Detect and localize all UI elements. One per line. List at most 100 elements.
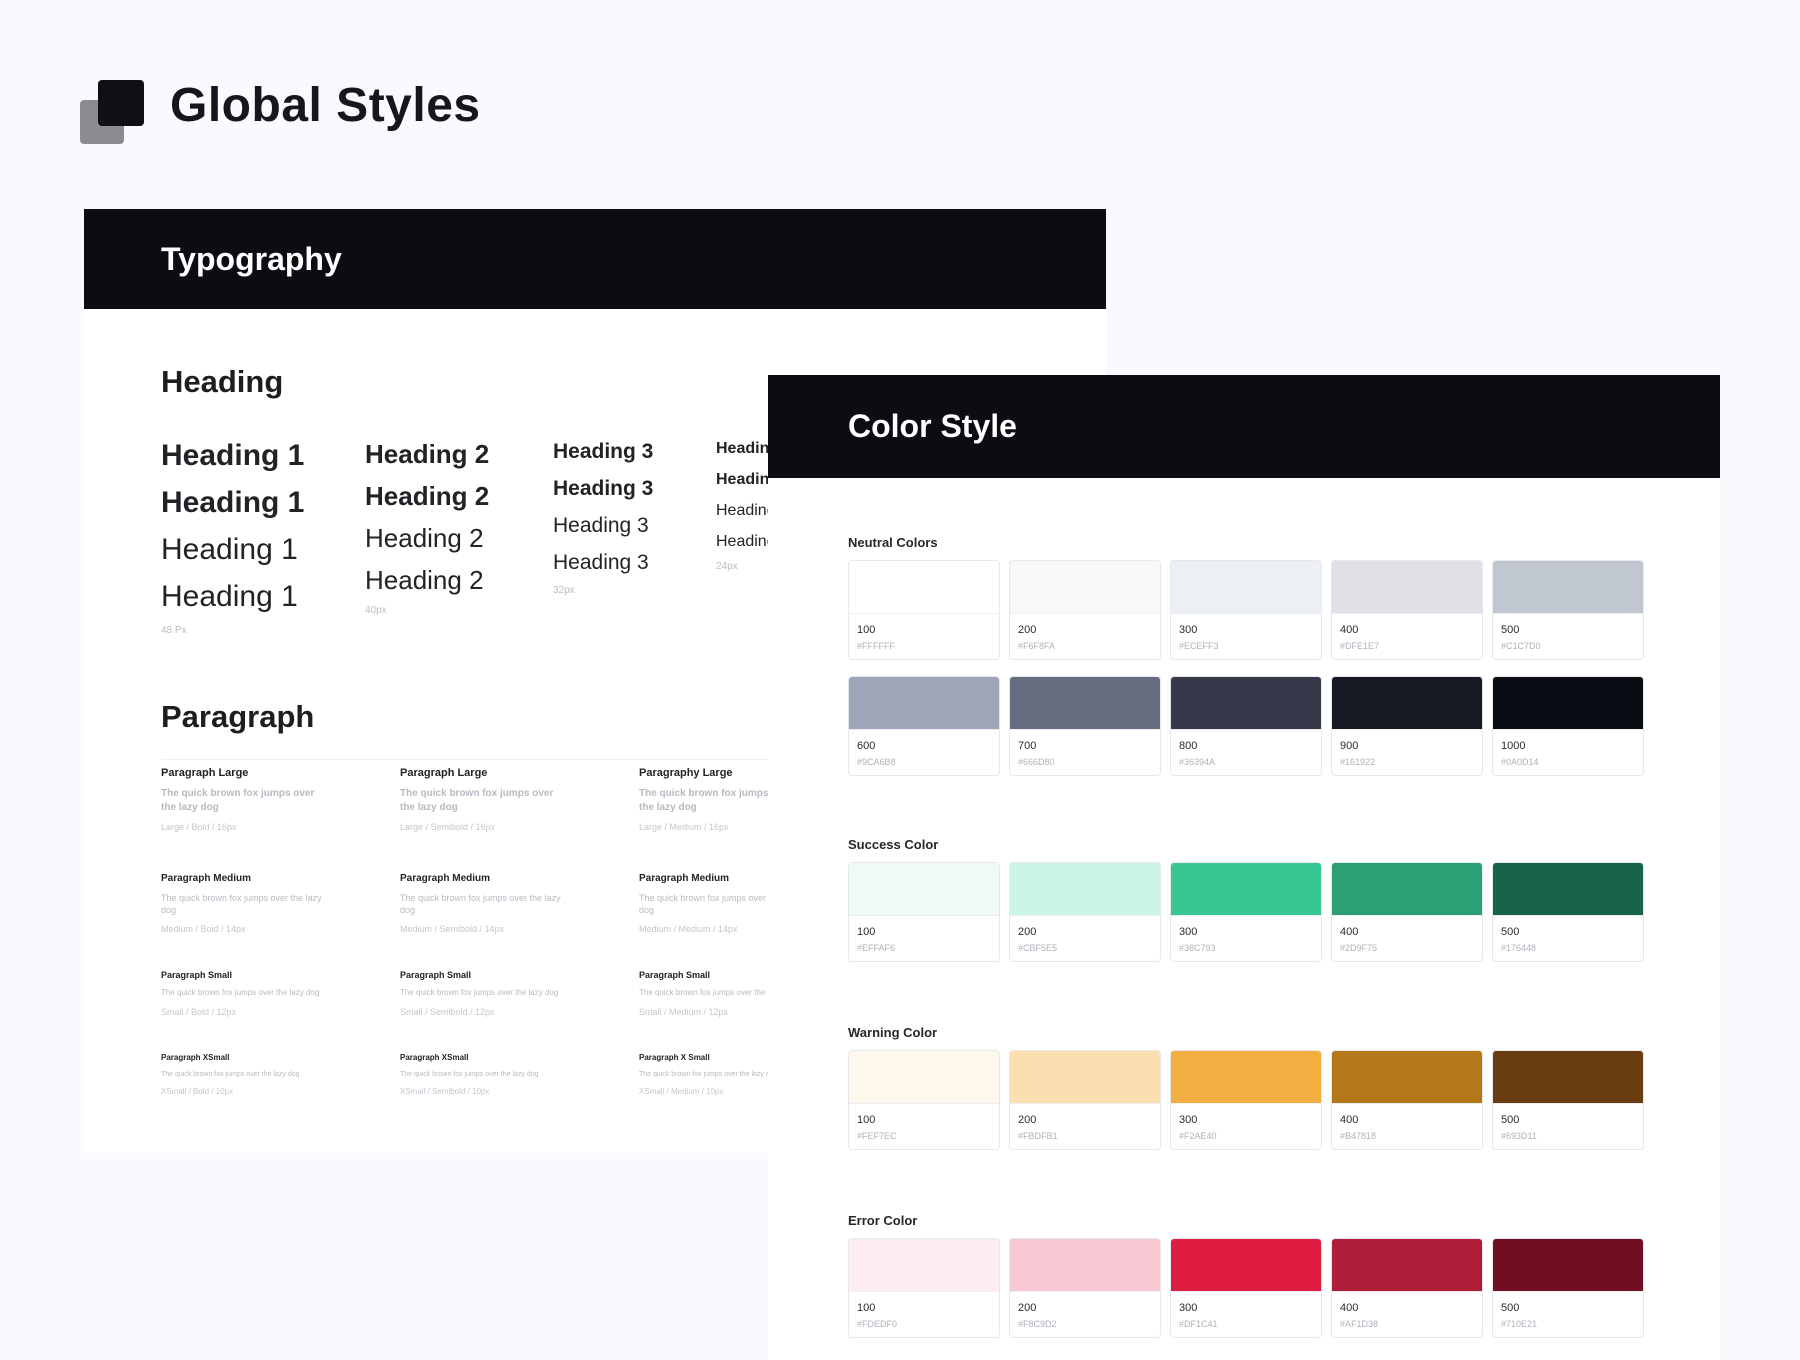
color-swatch[interactable]: 300 #38C793	[1170, 862, 1322, 962]
paragraph-text: The quick brown fox jumps over the lazy …	[400, 1071, 539, 1078]
color-swatch[interactable]: 200 #F8C9D2	[1009, 1238, 1161, 1338]
heading-size-label: 32px	[553, 585, 575, 596]
color-fill	[1010, 561, 1160, 614]
heading-column: Heading 3 Heading 3 Heading 3 Heading 3 32px	[553, 441, 653, 596]
color-swatch[interactable]: 300 #ECEFF3	[1170, 560, 1322, 660]
color-step: 800	[1179, 740, 1198, 752]
color-step: 700	[1018, 740, 1037, 752]
heading-sample: Heading 3	[553, 551, 649, 574]
color-swatch[interactable]: 800 #36394A	[1170, 676, 1322, 776]
color-step: 400	[1340, 1114, 1359, 1126]
color-hex: #666D80	[1018, 757, 1055, 767]
paragraph-label: Paragraph XSmall	[400, 1053, 469, 1062]
color-swatch[interactable]: 200 #CBF5E5	[1009, 862, 1161, 962]
color-swatch[interactable]: 100 #FFFFFF	[848, 560, 1000, 660]
color-step: 300	[1179, 624, 1198, 636]
color-step: 200	[1018, 1302, 1037, 1314]
color-step: 100	[857, 926, 876, 938]
color-fill	[1493, 561, 1643, 614]
heading-size-label: 48 Px	[161, 625, 187, 636]
paragraph-meta: XSmall / Semibold / 10px	[400, 1087, 490, 1097]
color-step: 300	[1179, 1302, 1198, 1314]
color-fill	[1171, 863, 1321, 916]
color-fill	[849, 1051, 999, 1104]
color-swatch[interactable]: 900 #161922	[1331, 676, 1483, 776]
color-hex: #FFFFFF	[857, 641, 895, 651]
paragraph-meta: Medium / Semibold / 14px	[400, 924, 505, 935]
color-swatch[interactable]: 700 #666D80	[1009, 676, 1161, 776]
paragraph-meta: Small / Bold / 12px	[161, 1006, 237, 1017]
paragraph-text: The quick brown fox jumps over the lazy …	[161, 1071, 300, 1078]
color-hex: #36394A	[1179, 757, 1216, 767]
heading-sample: Heading 3	[553, 440, 654, 463]
color-step: 1000	[1501, 740, 1526, 752]
color-fill	[1493, 1239, 1643, 1292]
color-swatch[interactable]: 500 #176448	[1492, 862, 1644, 962]
heading-section-title: Heading	[161, 364, 284, 399]
paragraph-meta: Large / Bold / 16px	[161, 822, 237, 832]
color-swatch[interactable]: 200 #FBDFB1	[1009, 1050, 1161, 1150]
color-hex: #693D11	[1501, 1131, 1537, 1141]
color-step: 100	[857, 624, 876, 636]
paragraph-meta: XSmall / Bold / 10px	[161, 1087, 234, 1097]
heading-sample: Heading 2	[365, 523, 484, 553]
color-swatch[interactable]: 500 #693D11	[1492, 1050, 1644, 1150]
color-swatch[interactable]: 400 #AF1D38	[1331, 1238, 1483, 1338]
color-step: 200	[1018, 624, 1037, 636]
color-group-label: Neutral Colors	[848, 535, 938, 550]
color-hex: #710E21	[1501, 1319, 1538, 1329]
heading-sample: Heading 1	[161, 439, 305, 472]
color-step: 400	[1340, 926, 1359, 938]
color-fill	[1010, 1239, 1160, 1292]
color-hex: #ECEFF3	[1179, 641, 1219, 651]
color-hex: #38C793	[1179, 943, 1216, 953]
paragraph-sample: Paragraph Large The quick brown fox jumps…	[400, 767, 610, 832]
paragraph-text: The quick brown fox jumps over the lazy …	[161, 988, 320, 997]
color-fill	[1493, 677, 1643, 730]
color-fill	[1010, 1051, 1160, 1104]
color-step: 900	[1340, 740, 1359, 752]
paragraph-sample: Paragraph Medium The quick brown fox jump…	[161, 873, 371, 934]
color-fill	[849, 677, 999, 730]
color-step: 600	[857, 740, 876, 752]
color-swatch[interactable]: 1000 #0A0D14	[1492, 676, 1644, 776]
paragraph-label: Paragraph Large	[400, 767, 488, 779]
color-hex: #FEF7EC	[857, 1131, 897, 1141]
typography-header: Typography	[84, 209, 1106, 309]
color-group-label: Success Color	[848, 837, 939, 852]
color-step: 500	[1501, 1302, 1520, 1314]
paragraph-sample: Paragraph Medium The quick brown fox jump…	[400, 873, 610, 934]
color-swatch[interactable]: 400 #2D9F75	[1331, 862, 1483, 962]
color-swatch[interactable]: 300 #DF1C41	[1170, 1238, 1322, 1338]
color-step: 100	[857, 1114, 876, 1126]
paragraph-section-title: Paragraph	[161, 699, 315, 734]
color-style-header: Color Style	[768, 375, 1720, 478]
color-step: 200	[1018, 926, 1037, 938]
logo-icon	[80, 80, 144, 144]
color-step: 500	[1501, 1114, 1520, 1126]
color-hex: #FBDFB1	[1018, 1131, 1058, 1141]
color-fill	[1171, 1239, 1321, 1292]
page-title: Global Styles	[170, 79, 481, 132]
color-swatch[interactable]: 400 #B47818	[1331, 1050, 1483, 1150]
color-hex: #EFFAF6	[857, 943, 896, 953]
color-swatch[interactable]: 500 #710E21	[1492, 1238, 1644, 1338]
paragraph-sample: Paragraph Small The quick brown fox jumps…	[400, 970, 610, 1017]
color-swatch[interactable]: 400 #DFE1E7	[1331, 560, 1483, 660]
paragraph-text: The quick brown fox jumps over the lazy …	[161, 893, 322, 916]
paragraph-sample: Paragraph XSmall The quick brown fox jump…	[161, 1053, 371, 1096]
color-swatch[interactable]: 300 #F2AE40	[1170, 1050, 1322, 1150]
color-group-label: Warning Color	[848, 1025, 938, 1040]
paragraph-sample: Paragraph XSmall The quick brown fox jump…	[400, 1053, 610, 1096]
color-swatch[interactable]: 600 #9CA6B8	[848, 676, 1000, 776]
color-hex: #0A0D14	[1501, 757, 1539, 767]
color-step: 100	[857, 1302, 876, 1314]
color-swatch[interactable]: 100 #FEF7EC	[848, 1050, 1000, 1150]
color-swatch[interactable]: 500 #C1C7D0	[1492, 560, 1644, 660]
color-fill	[1332, 677, 1482, 730]
color-hex: #161922	[1340, 757, 1376, 767]
color-style-panel: Color Style Neutral Colors 100 #FFFFFF 200 #…	[768, 375, 1720, 1360]
color-swatch[interactable]: 200 #F6F8FA	[1009, 560, 1161, 660]
color-swatch[interactable]: 100 #FDEDF0	[848, 1238, 1000, 1338]
color-swatch[interactable]: 100 #EFFAF6	[848, 862, 1000, 962]
